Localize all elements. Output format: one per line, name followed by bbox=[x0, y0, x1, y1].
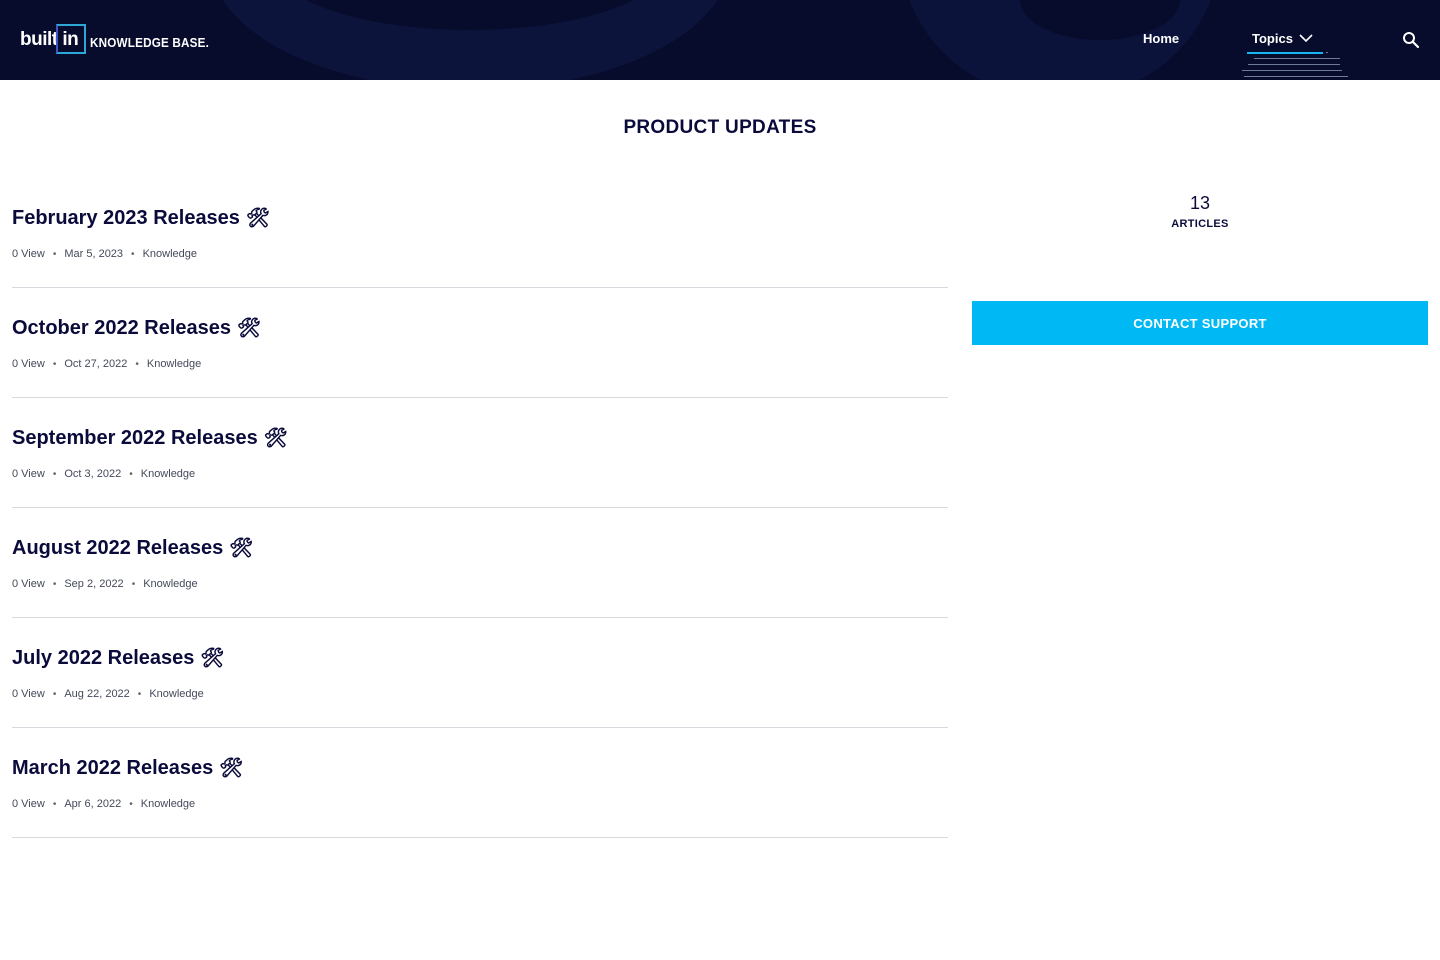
article-title: August 2022 Releases bbox=[12, 537, 224, 559]
article-meta: 0 View • Sep 2, 2022 • Knowledge bbox=[12, 578, 198, 590]
tools-icon: 🛠 bbox=[200, 647, 225, 669]
article-count: 13 bbox=[1189, 193, 1211, 213]
article-title-link[interactable]: September 2022 Releases 🛠 bbox=[12, 427, 288, 450]
article-list: February 2023 Releases 🛠 0 View • Mar 5,… bbox=[12, 178, 948, 838]
article-stats: 13 ARTICLES bbox=[972, 193, 1428, 230]
separator-dot: • bbox=[131, 578, 136, 590]
article-item: October 2022 Releases 🛠 0 View • Oct 27,… bbox=[12, 288, 948, 398]
article-category: Knowledge bbox=[143, 578, 198, 590]
article-date: Aug 22, 2022 bbox=[64, 688, 130, 700]
article-item: September 2022 Releases 🛠 0 View • Oct 3… bbox=[12, 398, 948, 508]
article-meta: 0 View • Oct 3, 2022 • Knowledge bbox=[12, 468, 195, 480]
nav-topics-label: Topics bbox=[1252, 31, 1293, 46]
site-header: built in KNOWLEDGE BASE. Home Topics bbox=[0, 0, 1440, 80]
tools-icon: 🛠 bbox=[219, 757, 244, 779]
separator-dot: • bbox=[52, 358, 57, 370]
header-decoration bbox=[210, 0, 730, 80]
article-title-link[interactable]: October 2022 Releases 🛠 bbox=[12, 317, 261, 340]
article-category: Knowledge bbox=[140, 468, 196, 480]
search-button[interactable] bbox=[1402, 31, 1420, 49]
article-item: March 2022 Releases 🛠 0 View • Apr 6, 20… bbox=[12, 728, 948, 838]
article-title-link[interactable]: March 2022 Releases 🛠 bbox=[12, 757, 243, 780]
article-views: 0 View bbox=[12, 578, 45, 590]
tools-icon: 🛠 bbox=[263, 427, 288, 449]
article-category: Knowledge bbox=[146, 358, 202, 370]
article-category: Knowledge bbox=[149, 688, 204, 700]
article-title: October 2022 Releases bbox=[12, 317, 232, 339]
separator-dot: • bbox=[131, 248, 135, 260]
separator-dot: • bbox=[52, 578, 57, 590]
nav-home-link[interactable]: Home bbox=[1143, 31, 1179, 46]
article-title-link[interactable]: July 2022 Releases 🛠 bbox=[12, 647, 225, 670]
nav-topics-dropdown[interactable]: Topics bbox=[1252, 31, 1313, 46]
separator-dot: • bbox=[52, 468, 57, 480]
chevron-down-icon bbox=[1299, 34, 1313, 43]
article-title-link[interactable]: February 2023 Releases 🛠 bbox=[12, 207, 270, 230]
article-date: Oct 3, 2022 bbox=[64, 468, 122, 480]
article-item: February 2023 Releases 🛠 0 View • Mar 5,… bbox=[12, 178, 948, 288]
article-views: 0 View bbox=[12, 688, 45, 700]
article-views: 0 View bbox=[12, 468, 45, 480]
article-title: July 2022 Releases bbox=[12, 647, 195, 669]
article-views: 0 View bbox=[12, 358, 45, 370]
separator-dot: • bbox=[129, 798, 133, 810]
tools-icon: 🛠 bbox=[237, 317, 262, 339]
article-meta: 0 View • Aug 22, 2022 • Knowledge bbox=[12, 688, 204, 700]
article-date: Apr 6, 2022 bbox=[64, 798, 122, 810]
article-views: 0 View bbox=[12, 798, 45, 810]
separator-dot: • bbox=[129, 468, 133, 480]
article-views: 0 View bbox=[12, 248, 45, 260]
article-date: Oct 27, 2022 bbox=[64, 358, 128, 370]
article-date: Mar 5, 2023 bbox=[64, 248, 124, 260]
search-icon bbox=[1403, 32, 1420, 49]
logo-suffix: KNOWLEDGE BASE. bbox=[90, 35, 210, 50]
separator-dot: • bbox=[135, 358, 139, 370]
topics-underline-decoration bbox=[1242, 51, 1348, 79]
separator-dot: • bbox=[52, 248, 57, 260]
contact-support-button[interactable]: CONTACT SUPPORT bbox=[972, 301, 1428, 345]
site-logo[interactable]: built in KNOWLEDGE BASE. bbox=[20, 24, 223, 55]
article-category: Knowledge bbox=[142, 248, 197, 260]
article-title: March 2022 Releases bbox=[12, 757, 214, 779]
article-item: August 2022 Releases 🛠 0 View • Sep 2, 2… bbox=[12, 508, 948, 618]
article-title: September 2022 Releases bbox=[12, 427, 258, 449]
tools-icon: 🛠 bbox=[245, 207, 271, 229]
article-title-link[interactable]: August 2022 Releases 🛠 bbox=[12, 537, 253, 560]
separator-dot: • bbox=[137, 688, 142, 700]
article-item: July 2022 Releases 🛠 0 View • Aug 22, 20… bbox=[12, 618, 948, 728]
article-meta: 0 View • Apr 6, 2022 • Knowledge bbox=[12, 798, 195, 810]
article-meta: 0 View • Mar 5, 2023 • Knowledge bbox=[12, 248, 197, 260]
tools-icon: 🛠 bbox=[229, 537, 254, 559]
article-title: February 2023 Releases bbox=[12, 207, 240, 229]
article-category: Knowledge bbox=[140, 798, 196, 810]
page-title: PRODUCT UPDATES bbox=[623, 117, 817, 138]
article-date: Sep 2, 2022 bbox=[64, 578, 124, 590]
logo-frame bbox=[56, 24, 86, 54]
separator-dot: • bbox=[52, 688, 57, 700]
article-meta: 0 View • Oct 27, 2022 • Knowledge bbox=[12, 358, 201, 370]
separator-dot: • bbox=[52, 798, 57, 810]
article-count-label: ARTICLES bbox=[1171, 218, 1229, 230]
